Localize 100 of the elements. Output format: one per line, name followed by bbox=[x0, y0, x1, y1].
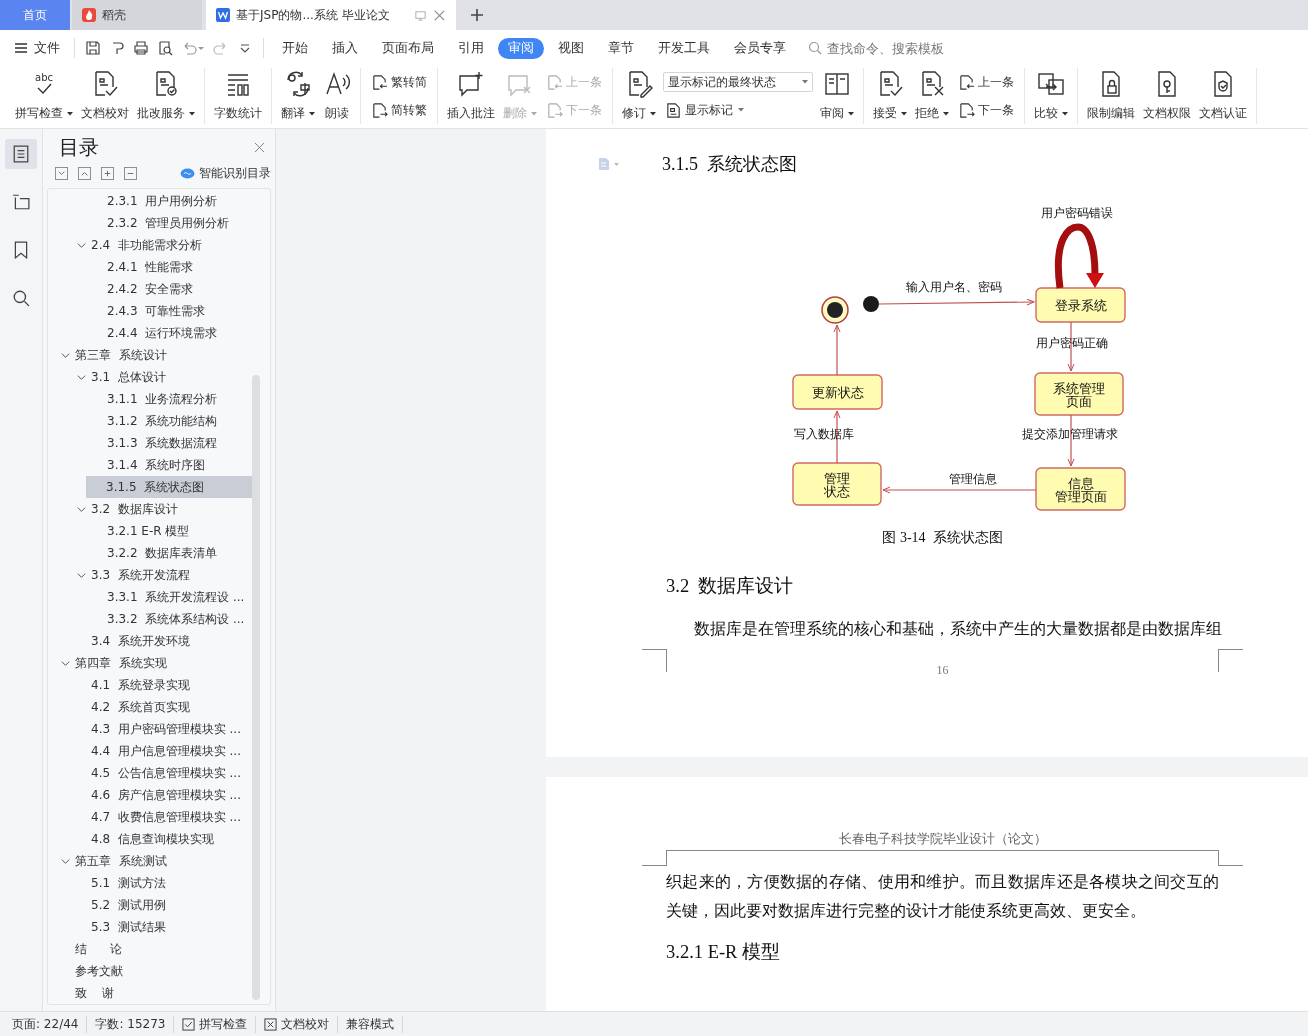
toc-item[interactable]: 3.4 系统开发环境 bbox=[48, 630, 252, 652]
ribbon-button[interactable]: 文档权限 bbox=[1140, 68, 1194, 124]
save-icon[interactable] bbox=[85, 40, 101, 56]
chevron-icon[interactable] bbox=[77, 372, 86, 382]
ribbon-button[interactable]: 朗读 bbox=[320, 68, 354, 124]
toc-item[interactable]: 4.1 系统登录实现 bbox=[48, 674, 252, 696]
menu-tab[interactable]: 审阅 bbox=[498, 37, 544, 59]
section-heading: 3.2.1 E-R 模型 bbox=[666, 941, 782, 964]
ribbon-button[interactable]: 比较 bbox=[1031, 68, 1071, 124]
toc-item[interactable]: 3.2 数据库设计 bbox=[48, 498, 252, 520]
ribbon-button[interactable]: 审阅 bbox=[817, 68, 857, 124]
print-icon[interactable] bbox=[133, 40, 149, 56]
print-preview-icon[interactable] bbox=[157, 40, 173, 56]
collapse-icon[interactable] bbox=[78, 167, 91, 180]
toc-item[interactable]: 3.1.2 系统功能结构 bbox=[48, 410, 252, 432]
ribbon-button[interactable]: 上一条 bbox=[956, 72, 1016, 92]
toc-item[interactable]: 2.4.4 运行环境需求 bbox=[48, 322, 252, 344]
toc-item[interactable]: 2.4.2 安全需求 bbox=[48, 278, 252, 300]
menu-tab[interactable]: 视图 bbox=[548, 37, 594, 59]
ribbon-button[interactable]: 文档认证 bbox=[1196, 68, 1250, 124]
toc-item[interactable]: 参考文献 bbox=[48, 960, 252, 982]
expand-icon[interactable] bbox=[55, 167, 68, 180]
toc-item[interactable]: 4.8 信息查询模块实现 bbox=[48, 828, 252, 850]
ribbon-button[interactable]: 修订 bbox=[619, 68, 659, 124]
smart-toc-button[interactable]: 智能识别目录 bbox=[180, 165, 271, 182]
menu-tab[interactable]: 章节 bbox=[598, 37, 644, 59]
initial-state bbox=[863, 296, 879, 312]
outline-icon[interactable] bbox=[5, 139, 37, 169]
file-menu[interactable]: 文件 bbox=[14, 39, 68, 57]
toc-item[interactable]: 3.1.3 系统数据流程 bbox=[48, 432, 252, 454]
toc-item[interactable]: 3.3 系统开发流程 bbox=[48, 564, 252, 586]
ribbon-button[interactable]: 简转繁 bbox=[369, 100, 429, 120]
toc-item[interactable]: 3.3.2 系统体系结构设 ... bbox=[48, 608, 252, 630]
ribbon-button[interactable]: 下一条 bbox=[956, 100, 1016, 120]
ribbon-button[interactable]: abc 拼写检查 bbox=[12, 68, 76, 124]
state-node: 信息 管理页面 bbox=[1035, 467, 1126, 511]
toc-item[interactable]: 4.3 用户密码管理模块实 ... bbox=[48, 718, 252, 740]
toc-item[interactable]: 4.5 公告信息管理模块实 ... bbox=[48, 762, 252, 784]
toc-item[interactable]: 3.1 总体设计 bbox=[48, 366, 252, 388]
toc-item[interactable]: 致 谢 bbox=[48, 982, 252, 1004]
toc-item[interactable]: 4.6 房产信息管理模块实 ... bbox=[48, 784, 252, 806]
ribbon-button[interactable]: 显示标记 bbox=[663, 100, 813, 120]
toc-item[interactable]: 结 论 bbox=[48, 938, 252, 960]
app-tab[interactable]: 稻壳 bbox=[72, 0, 202, 30]
chevron-icon[interactable] bbox=[77, 240, 86, 250]
toc-item[interactable]: 第五章 系统测试 bbox=[48, 850, 252, 872]
transition-label: 输入用户名、密码 bbox=[906, 280, 1002, 294]
toc-item[interactable]: 4.4 用户信息管理模块实 ... bbox=[48, 740, 252, 762]
toc-item[interactable]: 3.1.1 业务流程分析 bbox=[48, 388, 252, 410]
toc-item[interactable]: 4.2 系统首页实现 bbox=[48, 696, 252, 718]
toc-item[interactable]: 2.4.1 性能需求 bbox=[48, 256, 252, 278]
ribbon-button[interactable]: 繁转简 bbox=[369, 72, 429, 92]
chevron-icon[interactable] bbox=[77, 504, 86, 514]
new-tab-icon[interactable] bbox=[470, 8, 484, 22]
scrollbar-thumb[interactable] bbox=[252, 375, 260, 1000]
status-button[interactable]: 文档校对 bbox=[256, 1015, 339, 1033]
status-button[interactable]: 拼写检查 bbox=[174, 1015, 257, 1033]
toc-item[interactable]: 第三章 系统设计 bbox=[48, 344, 252, 366]
toc-item[interactable]: 2.4.3 可靠性需求 bbox=[48, 300, 252, 322]
ribbon-button[interactable]: 插入批注 bbox=[444, 68, 498, 124]
menu-tab[interactable]: 开发工具 bbox=[648, 37, 720, 59]
ribbon-button[interactable]: 接受 bbox=[870, 68, 910, 124]
ribbon-button[interactable]: 批改服务 bbox=[134, 68, 198, 124]
chevron-icon[interactable] bbox=[61, 856, 70, 866]
ribbon-button[interactable]: 拒绝 bbox=[912, 68, 952, 124]
toc-item[interactable]: 3.2.2 数据库表清单 bbox=[48, 542, 252, 564]
toc-item[interactable]: 3.2.1 E-R 模型 bbox=[48, 520, 252, 542]
toc-item[interactable]: 3.1.5 系统状态图 bbox=[86, 476, 252, 498]
toc-item[interactable]: 4.7 收费信息管理模块实 ... bbox=[48, 806, 252, 828]
close-icon[interactable] bbox=[254, 141, 265, 153]
toc-item[interactable]: 5.1 测试方法 bbox=[48, 872, 252, 894]
menu-tab[interactable]: 会员专享 bbox=[724, 37, 796, 59]
menu-tab[interactable]: 插入 bbox=[322, 37, 368, 59]
ribbon-button[interactable]: 限制编辑 bbox=[1084, 68, 1138, 124]
chevron-icon[interactable] bbox=[61, 350, 70, 360]
page-header: 长春电子科技学院毕业设计（论文） bbox=[838, 831, 1047, 846]
ribbon-button[interactable]: 翻译 bbox=[278, 68, 318, 124]
chevron-icon[interactable] bbox=[77, 570, 86, 580]
menu-tab[interactable]: 页面布局 bbox=[372, 37, 444, 59]
toc-item[interactable]: 2.4 非功能需求分析 bbox=[48, 234, 252, 256]
toc-item[interactable]: 2.3.1 用户用例分析 bbox=[48, 190, 252, 212]
ribbon-button[interactable]: 字数统计 bbox=[211, 68, 265, 124]
close-icon[interactable] bbox=[433, 8, 446, 22]
plus-icon[interactable] bbox=[101, 167, 114, 180]
minus-icon[interactable] bbox=[124, 167, 137, 180]
toc-item[interactable]: 5.3 测试结果 bbox=[48, 916, 252, 938]
search-field[interactable]: 查找命令、搜索模板 bbox=[808, 39, 969, 57]
toc-item[interactable]: 第四章 系统实现 bbox=[48, 652, 252, 674]
toc-item[interactable]: 3.1.4 系统时序图 bbox=[48, 454, 252, 476]
ribbon-button[interactable]: 文档校对 bbox=[78, 68, 132, 124]
menu-icon bbox=[14, 41, 28, 55]
document-tab[interactable]: 基于JSP的物...系统 毕业论文 bbox=[206, 0, 456, 30]
toc-item[interactable]: 2.3.2 管理员用例分析 bbox=[48, 212, 252, 234]
toc-item[interactable]: 3.3.1 系统开发流程设 ... bbox=[48, 586, 252, 608]
chevron-icon[interactable] bbox=[61, 658, 70, 668]
markup-dropdown[interactable]: 显示标记的最终状态 bbox=[663, 72, 813, 93]
toc-item[interactable]: 5.2 测试用例 bbox=[48, 894, 252, 916]
transition-label: 用户密码错误 bbox=[1041, 206, 1113, 220]
menu-tab[interactable]: 引用 bbox=[448, 37, 494, 59]
menu-tab[interactable]: 开始 bbox=[272, 37, 318, 59]
